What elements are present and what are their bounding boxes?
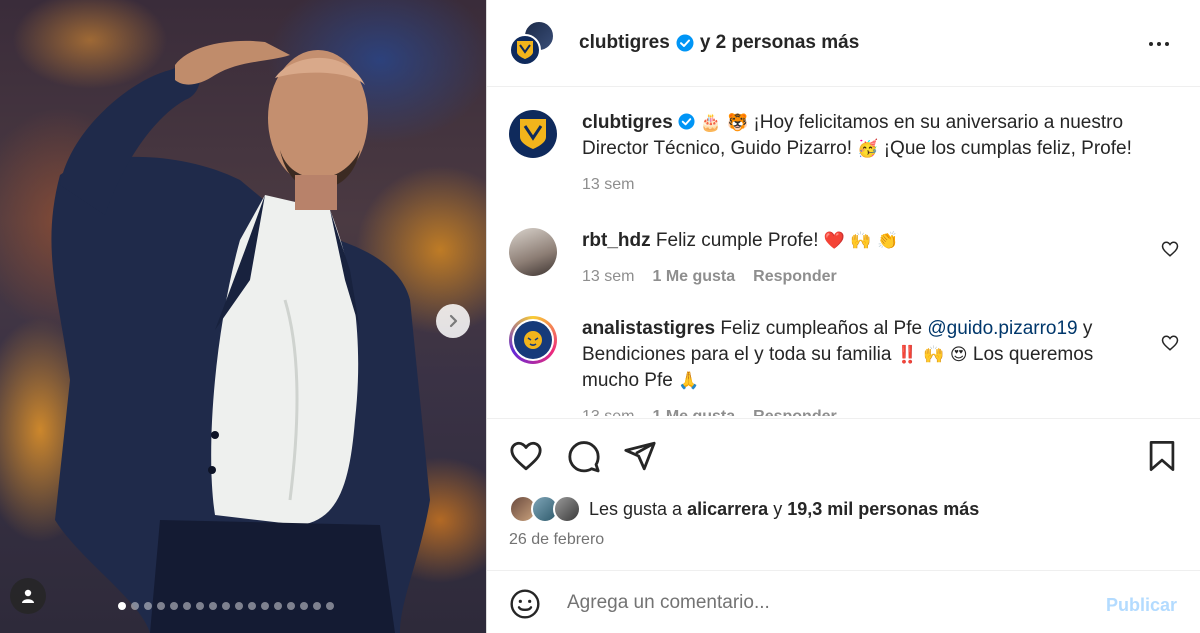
- comment-likes[interactable]: 1 Me gusta: [652, 404, 735, 416]
- comment-button[interactable]: [567, 439, 601, 478]
- smiley-icon: [510, 589, 540, 619]
- carousel-dot: [313, 602, 321, 610]
- avatar: [553, 495, 581, 523]
- avatar[interactable]: [509, 316, 557, 364]
- bookmark-icon: [1149, 441, 1175, 471]
- carousel-dot: [170, 602, 178, 610]
- club-crest-icon: [520, 119, 546, 149]
- comments-list[interactable]: clubtigres 🎂 🐯 ¡Hoy felicitamos en su an…: [487, 88, 1200, 416]
- tiger-logo-icon: [524, 331, 542, 349]
- carousel-dot: [118, 602, 126, 610]
- caption-username[interactable]: clubtigres: [582, 112, 673, 133]
- carousel-dot: [222, 602, 230, 610]
- carousel-dot: [196, 602, 204, 610]
- avatar: [509, 34, 541, 66]
- carousel-dot: [209, 602, 217, 610]
- comment-likes[interactable]: 1 Me gusta: [652, 264, 735, 290]
- tagged-users-button[interactable]: [10, 578, 46, 614]
- avatar[interactable]: [509, 228, 557, 276]
- likes-prefix: Les gusta a: [589, 498, 683, 519]
- likes-summary[interactable]: Les gusta a alicarrera y 19,3 mil person…: [509, 495, 979, 523]
- post-image[interactable]: [0, 0, 486, 633]
- avatar[interactable]: [509, 110, 557, 158]
- comment-username[interactable]: analistastigres: [582, 318, 715, 339]
- carousel-dot: [287, 602, 295, 610]
- carousel-dot: [300, 602, 308, 610]
- more-options-button[interactable]: [1147, 32, 1171, 61]
- reply-button[interactable]: Responder: [753, 404, 837, 416]
- carousel-dot: [274, 602, 282, 610]
- coach-photo: [51, 40, 431, 633]
- reply-button[interactable]: Responder: [753, 264, 837, 290]
- carousel-dot: [261, 602, 269, 610]
- comment-username[interactable]: rbt_hdz: [582, 230, 651, 251]
- mention-link[interactable]: @guido.pizarro19: [927, 318, 1077, 339]
- author-username[interactable]: clubtigres: [579, 32, 670, 54]
- comment-emoji: 🙏: [678, 371, 700, 391]
- likes-count[interactable]: 19,3 mil personas más: [787, 499, 979, 520]
- coauthors-link[interactable]: y 2 personas más: [700, 32, 859, 54]
- publish-button[interactable]: Publicar: [1106, 595, 1177, 616]
- save-button[interactable]: [1147, 439, 1177, 478]
- post-actions: Les gusta a alicarrera y 19,3 mil person…: [487, 418, 1200, 570]
- comment-emoji: ‼️ 🙌 😍: [896, 345, 968, 365]
- carousel-dot: [131, 602, 139, 610]
- carousel-indicator: [118, 602, 334, 610]
- caption-emoji: 🎂 🐯: [700, 113, 749, 133]
- verified-icon: [676, 34, 694, 52]
- comment-time[interactable]: 13 sem: [582, 404, 634, 416]
- like-comment-button[interactable]: [1161, 240, 1179, 263]
- club-crest-icon: [517, 41, 533, 59]
- comment-emoji: ❤️ 🙌 👏: [823, 231, 899, 251]
- emoji-picker-button[interactable]: [509, 588, 541, 625]
- like-comment-button[interactable]: [1161, 334, 1179, 357]
- carousel-dot: [157, 602, 165, 610]
- post-header: clubtigres y 2 personas más: [487, 0, 1200, 87]
- comment-input[interactable]: [567, 585, 1087, 621]
- send-icon: [624, 441, 656, 471]
- verified-icon: [678, 113, 695, 130]
- heart-icon: [510, 441, 542, 471]
- carousel-dot: [144, 602, 152, 610]
- chevron-right-icon: [449, 314, 458, 328]
- comment-composer: Publicar: [487, 570, 1200, 633]
- carousel-dot: [235, 602, 243, 610]
- like-button[interactable]: [509, 439, 543, 478]
- user-icon: [22, 589, 34, 603]
- caption-text: ¡Que los cumplas feliz, Profe!: [883, 138, 1132, 159]
- author-avatars[interactable]: [509, 20, 557, 68]
- more-horizontal-icon: [1149, 42, 1169, 46]
- share-button[interactable]: [623, 439, 657, 478]
- heart-icon: [1161, 335, 1179, 351]
- next-slide-button[interactable]: [436, 304, 470, 338]
- post-panel: clubtigres y 2 personas más clubtigres 🎂…: [486, 0, 1200, 633]
- comment-text: Feliz cumpleaños al Pfe: [720, 318, 923, 339]
- caption-time[interactable]: 13 sem: [582, 172, 634, 198]
- carousel-dot: [326, 602, 334, 610]
- likes-user[interactable]: alicarrera: [687, 499, 768, 520]
- caption-emoji: 🥳: [857, 139, 879, 159]
- carousel-dot: [248, 602, 256, 610]
- post-date[interactable]: 26 de febrero: [509, 531, 604, 549]
- carousel-dot: [183, 602, 191, 610]
- comment-time[interactable]: 13 sem: [582, 264, 634, 290]
- heart-icon: [1161, 241, 1179, 257]
- comment-text: Feliz cumple Profe!: [655, 230, 819, 251]
- comment-bubble-icon: [568, 441, 600, 473]
- likes-connector: y: [773, 498, 783, 519]
